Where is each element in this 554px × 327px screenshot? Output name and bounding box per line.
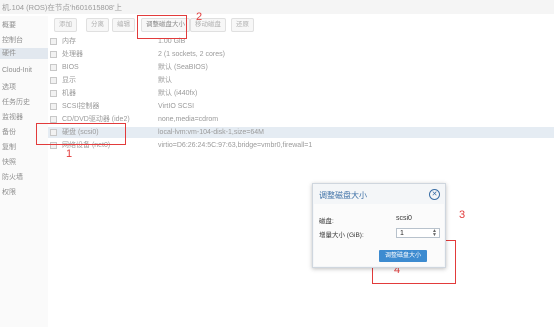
close-icon[interactable]: ✕: [429, 189, 440, 200]
sidebar: 概要 控制台 硬件 Cloud-Init 选项 任务历史 监视器 备份 复制 快…: [0, 16, 48, 327]
dialog-title: 调整磁盘大小: [319, 191, 367, 200]
hardware-row-memory[interactable]: 内存 1.00 GiB: [48, 36, 554, 47]
row-value: 2 (1 sockets, 2 cores): [158, 51, 225, 58]
add-button[interactable]: 添加: [54, 18, 77, 32]
annotation-box-1: [36, 123, 126, 145]
disk-value: scsi0: [396, 215, 412, 222]
row-value: virtio=D6:26:24:5C:97:63,bridge=vmbr0,fi…: [158, 142, 313, 149]
edit-button[interactable]: 编辑: [112, 18, 135, 32]
sidebar-item-snapshot[interactable]: 快照: [2, 157, 16, 167]
sidebar-item-options[interactable]: 选项: [2, 82, 16, 92]
row-label: SCSI控制器: [62, 103, 100, 110]
hardware-row-machine[interactable]: 机器 默认 (i440fx): [48, 88, 554, 99]
top-bar: 机.104 (ROS)在节点'h601615808'上: [0, 0, 554, 14]
sidebar-item-backup[interactable]: 备份: [2, 127, 16, 137]
row-label: 机器: [62, 90, 76, 97]
resize-disk-submit-button[interactable]: 调整磁盘大小: [379, 250, 427, 262]
sidebar-item-hardware[interactable]: 硬件: [0, 48, 48, 59]
revert-button[interactable]: 还原: [231, 18, 254, 32]
sidebar-item-replication[interactable]: 复制: [2, 142, 16, 152]
cdrom-icon: [50, 116, 57, 123]
annotation-number-1: 1: [66, 148, 73, 160]
size-increment-input[interactable]: 1 ▲ ▼: [396, 228, 440, 238]
bios-icon: [50, 64, 57, 71]
hardware-toolbar: 添加 分离 编辑 调整磁盘大小 移动磁盘 还原: [50, 15, 554, 33]
sidebar-item-firewall[interactable]: 防火墙: [2, 172, 23, 182]
size-increment-value: 1: [400, 230, 404, 237]
sidebar-item-monitor[interactable]: 监视器: [2, 112, 23, 122]
row-label: 处理器: [62, 51, 83, 58]
row-label: 内存: [62, 38, 76, 45]
sidebar-item-task-history[interactable]: 任务历史: [2, 97, 30, 107]
size-increment-label: 增量大小 (GiB):: [319, 232, 364, 239]
cpu-icon: [50, 51, 57, 58]
scsi-controller-icon: [50, 103, 57, 110]
hardware-row-scsi-controller[interactable]: SCSI控制器 VirtIO SCSI: [48, 101, 554, 112]
row-value: 默认 (SeaBIOS): [158, 64, 208, 71]
row-label: BIOS: [62, 64, 79, 71]
annotation-box-2: [137, 15, 187, 39]
annotation-number-2: 2: [196, 11, 203, 23]
disk-label: 磁盘:: [319, 218, 334, 225]
annotation-number-3: 3: [459, 209, 466, 221]
sidebar-item-summary[interactable]: 概要: [2, 20, 16, 30]
row-value: 默认: [158, 77, 172, 84]
display-icon: [50, 77, 57, 84]
sidebar-item-cloud-init[interactable]: Cloud-Init: [2, 67, 32, 74]
hardware-row-display[interactable]: 显示 默认: [48, 75, 554, 86]
row-value: local-lvm:vm-104-disk-1,size=64M: [158, 129, 265, 136]
sidebar-item-console[interactable]: 控制台: [2, 35, 23, 45]
hardware-row-bios[interactable]: BIOS 默认 (SeaBIOS): [48, 62, 554, 73]
detach-button[interactable]: 分离: [86, 18, 109, 32]
row-value: VirtIO SCSI: [158, 103, 195, 110]
row-label: 显示: [62, 77, 76, 84]
sidebar-item-permissions[interactable]: 权限: [2, 187, 16, 197]
memory-icon: [50, 38, 57, 45]
row-value: none,media=cdrom: [158, 116, 219, 123]
machine-icon: [50, 90, 57, 97]
spinner-arrows-icon[interactable]: ▲ ▼: [432, 229, 437, 238]
hardware-row-cpu[interactable]: 处理器 2 (1 sockets, 2 cores): [48, 49, 554, 60]
row-value: 默认 (i440fx): [158, 90, 198, 97]
vm-title: 机.104 (ROS)在节点'h601615808'上: [2, 3, 123, 12]
